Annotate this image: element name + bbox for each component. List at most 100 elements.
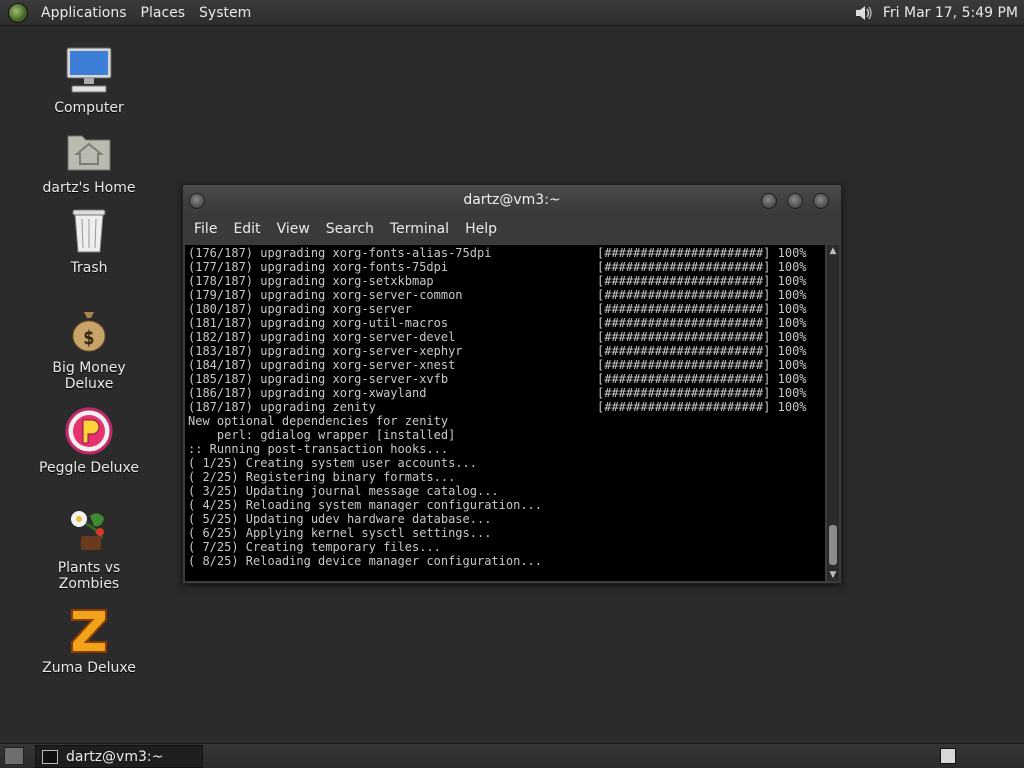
terminal-scrollbar[interactable]: ▲ ▼ (827, 245, 839, 581)
maximize-button[interactable] (787, 193, 803, 209)
terminal-line-text: (179/187) upgrading xorg-server-common (188, 288, 463, 302)
computer-icon (64, 46, 114, 96)
progress-bar-text: [######################] 100% (597, 316, 807, 330)
terminal-line: perl: gdialog wrapper [installed] (188, 428, 456, 442)
terminal-icon (42, 749, 58, 764)
progress-bar-text: [######################] 100% (597, 400, 807, 414)
menu-edit[interactable]: Edit (226, 221, 269, 237)
menu-search[interactable]: Search (319, 221, 383, 237)
terminal-menubar: File Edit View Search Terminal Help (183, 215, 841, 243)
desktop-icon-label: Peggle Deluxe (39, 460, 139, 476)
scroll-thumb[interactable] (829, 525, 837, 565)
desktop-icon-label: Plants vs Zombies (57, 560, 121, 592)
terminal-line: New optional dependencies for zenity (188, 414, 449, 428)
distro-logo-icon[interactable] (8, 2, 28, 23)
terminal-line: ( 8/25) Reloading device manager configu… (188, 554, 543, 568)
speaker-icon[interactable] (853, 3, 875, 23)
progress-bar-text: [######################] 100% (597, 288, 807, 302)
terminal-line-text: (183/187) upgrading xorg-server-xephyr (188, 344, 463, 358)
peggle-icon (64, 406, 114, 456)
svg-text:$: $ (83, 327, 94, 348)
progress-bar-text: [######################] 100% (597, 386, 807, 400)
progress-bar-text: [######################] 100% (597, 274, 807, 288)
system-menu[interactable]: System (192, 5, 258, 21)
terminal-window[interactable]: dartz@vm3:~ File Edit View Search Termin… (182, 184, 842, 584)
progress-bar-text: [######################] 100% (597, 330, 807, 344)
terminal-line: (184/187) upgrading xorg-server-xnest [##… (188, 358, 825, 372)
terminal-line-text: (185/187) upgrading xorg-server-xvfb (188, 372, 449, 386)
terminal-lines: (176/187) upgrading xorg-fonts-alias-75d… (185, 245, 825, 568)
menu-file[interactable]: File (187, 221, 226, 237)
scroll-down-arrow-icon[interactable]: ▼ (827, 569, 839, 581)
plants-vs-zombies-icon (64, 506, 114, 556)
terminal-line: ( 4/25) Reloading system manager configu… (188, 498, 543, 512)
window-title: dartz@vm3:~ (463, 192, 561, 208)
terminal-line: ( 5/25) Updating udev hardware database.… (188, 512, 492, 526)
terminal-line: (185/187) upgrading xorg-server-xvfb [###… (188, 372, 825, 386)
progress-bar-text: [######################] 100% (597, 358, 807, 372)
progress-bar-text: [######################] 100% (597, 246, 807, 260)
terminal-line: (176/187) upgrading xorg-fonts-alias-75d… (188, 246, 825, 260)
progress-bar-text: [######################] 100% (597, 344, 807, 358)
terminal-line-text: (187/187) upgrading zenity (188, 400, 376, 414)
desktop-icon-label: Trash (70, 260, 108, 276)
terminal-line: (178/187) upgrading xorg-setxkbmap [#####… (188, 274, 825, 288)
terminal-line: (183/187) upgrading xorg-server-xephyr [#… (188, 344, 825, 358)
desktop-icon-big-money[interactable]: $ Big Money Deluxe (29, 306, 149, 392)
terminal-line: (187/187) upgrading zenity [#############… (188, 400, 825, 414)
top-panel: Applications Places System Fri Mar 17, 5… (0, 0, 1024, 26)
terminal-line: (181/187) upgrading xorg-util-macros [###… (188, 316, 825, 330)
progress-bar-text: [######################] 100% (597, 260, 807, 274)
close-button[interactable] (813, 193, 829, 209)
desktop-icon-home[interactable]: dartz's Home (29, 126, 149, 196)
desktop-icon-label: Big Money Deluxe (52, 360, 126, 392)
desktop-icon-label: dartz's Home (42, 180, 136, 196)
terminal-line: (186/187) upgrading xorg-xwayland [######… (188, 386, 825, 400)
terminal-line: ( 6/25) Applying kernel sysctl settings.… (188, 526, 492, 540)
terminal-line: ( 1/25) Creating system user accounts... (188, 456, 477, 470)
minimize-button[interactable] (761, 193, 777, 209)
desktop-icon-computer[interactable]: Computer (29, 46, 149, 116)
terminal-line-text: (176/187) upgrading xorg-fonts-alias-75d… (188, 246, 492, 260)
trash-icon (64, 206, 114, 256)
terminal-line-text: (178/187) upgrading xorg-setxkbmap (188, 274, 434, 288)
zuma-icon (64, 606, 114, 656)
menu-view[interactable]: View (270, 221, 319, 237)
terminal-line: ( 2/25) Registering binary formats... (188, 470, 456, 484)
window-titlebar[interactable]: dartz@vm3:~ (183, 185, 841, 215)
workspace-switcher[interactable] (940, 748, 956, 764)
terminal-line-text: (184/187) upgrading xorg-server-xnest (188, 358, 456, 372)
places-menu[interactable]: Places (134, 5, 193, 21)
taskbar-item-terminal[interactable]: dartz@vm3:~ (35, 745, 203, 768)
taskbar-item-label: dartz@vm3:~ (66, 748, 164, 765)
menu-terminal[interactable]: Terminal (383, 221, 458, 237)
desktop-icon-plants-vs-zombies[interactable]: Plants vs Zombies (29, 506, 149, 592)
terminal-line: (177/187) upgrading xorg-fonts-75dpi [###… (188, 260, 825, 274)
show-desktop-icon[interactable] (4, 747, 24, 765)
money-bag-icon: $ (64, 306, 114, 356)
terminal-line-text: (186/187) upgrading xorg-xwayland (188, 386, 427, 400)
desktop-icon-zuma[interactable]: Zuma Deluxe (29, 606, 149, 676)
progress-bar-text: [######################] 100% (597, 302, 807, 316)
terminal-line: :: Running post-transaction hooks... (188, 442, 449, 456)
desktop-icon-peggle[interactable]: Peggle Deluxe (29, 406, 149, 476)
terminal-line: ( 3/25) Updating journal message catalog… (188, 484, 499, 498)
menu-help[interactable]: Help (458, 221, 506, 237)
scroll-up-arrow-icon[interactable]: ▲ (827, 245, 839, 257)
desktop-icon-label: Computer (54, 100, 124, 116)
terminal-line: ( 7/25) Creating temporary files... (188, 540, 441, 554)
terminal-line-text: (181/187) upgrading xorg-util-macros (188, 316, 449, 330)
desktop-icon-label: Zuma Deluxe (42, 660, 136, 676)
terminal-line-text: (180/187) upgrading xorg-server (188, 302, 412, 316)
terminal-line: (179/187) upgrading xorg-server-common [#… (188, 288, 825, 302)
desktop-icon-trash[interactable]: Trash (29, 206, 149, 276)
clock[interactable]: Fri Mar 17, 5:49 PM (883, 5, 1024, 21)
home-folder-icon (64, 126, 114, 176)
bottom-panel: dartz@vm3:~ (0, 743, 1024, 768)
terminal-line-text: (177/187) upgrading xorg-fonts-75dpi (188, 260, 449, 274)
progress-bar-text: [######################] 100% (597, 372, 807, 386)
terminal-line: (182/187) upgrading xorg-server-devel [##… (188, 330, 825, 344)
terminal-output[interactable]: (176/187) upgrading xorg-fonts-alias-75d… (185, 245, 825, 581)
applications-menu[interactable]: Applications (34, 5, 134, 21)
terminal-line: (180/187) upgrading xorg-server [########… (188, 302, 825, 316)
